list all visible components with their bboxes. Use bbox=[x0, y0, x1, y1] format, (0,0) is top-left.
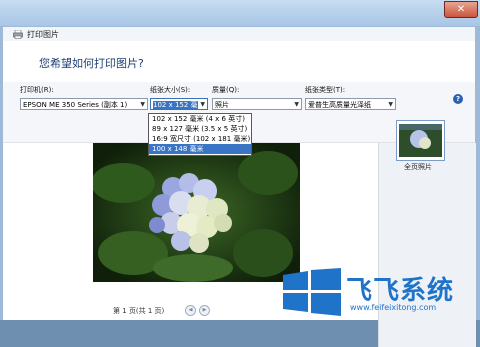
printer-icon bbox=[13, 30, 23, 39]
hydrangea-photo bbox=[93, 143, 300, 282]
printer-label: 打印机(R): bbox=[20, 86, 54, 94]
paper-type-value: 爱普生高质量光泽纸 bbox=[308, 101, 371, 109]
photo-preview bbox=[93, 143, 300, 282]
paper-size-select[interactable]: 102 x 152 毫 ▼ bbox=[150, 98, 208, 110]
chevron-down-icon: ▼ bbox=[388, 101, 393, 108]
paper-size-option[interactable]: 89 x 127 毫米 (3.5 x 5 英寸) bbox=[149, 124, 251, 134]
layout-label: 全页照片 bbox=[404, 163, 432, 171]
window-frame: ✕ 打印图片 您希望如何打印图片? 打印机(R): EPSON ME 350 S… bbox=[0, 0, 480, 347]
paper-size-option-selected[interactable]: 100 x 148 毫米 bbox=[149, 144, 251, 154]
layout-panel bbox=[378, 143, 476, 347]
quality-label: 质量(Q): bbox=[212, 86, 240, 94]
chevron-down-icon: ▼ bbox=[140, 101, 145, 108]
dialog-title-bar: 打印图片 bbox=[3, 27, 475, 41]
dialog-title: 打印图片 bbox=[27, 30, 59, 39]
paper-size-option[interactable]: 102 x 152 毫米 (4 x 6 英寸) bbox=[149, 114, 251, 124]
chevron-down-icon: ▼ bbox=[200, 101, 205, 108]
printer-select[interactable]: EPSON ME 350 Series (副本 1) ▼ bbox=[20, 98, 148, 110]
paper-type-select[interactable]: 爱普生高质量光泽纸 ▼ bbox=[305, 98, 396, 110]
layout-thumbnail-full-page[interactable] bbox=[396, 120, 445, 161]
paper-size-label: 纸张大小(S): bbox=[150, 86, 191, 94]
printer-value: EPSON ME 350 Series (副本 1) bbox=[23, 101, 128, 109]
paper-size-value: 102 x 152 毫 bbox=[153, 101, 198, 109]
paper-type-label: 纸张类型(T): bbox=[305, 86, 346, 94]
paper-size-option[interactable]: 16:9 宽尺寸 (102 x 181 毫米) bbox=[149, 134, 251, 144]
quality-value: 照片 bbox=[215, 101, 229, 109]
layout-preview-image bbox=[399, 124, 442, 157]
window-titlebar bbox=[0, 0, 480, 26]
question-icon[interactable]: ? bbox=[453, 94, 463, 104]
chevron-right-icon[interactable]: ▶ bbox=[199, 305, 210, 316]
watermark-url: www.feifeixitong.com bbox=[350, 303, 437, 312]
page-counter: 第 1 页(共 1 页) bbox=[113, 307, 165, 315]
chevron-left-icon[interactable]: ◀ bbox=[185, 305, 196, 316]
quality-select[interactable]: 照片 ▼ bbox=[212, 98, 302, 110]
watermark-logo-text: 飞飞系统 bbox=[346, 276, 455, 306]
chevron-down-icon: ▼ bbox=[294, 101, 299, 108]
windows-logo-icon bbox=[283, 268, 341, 316]
page-title: 您希望如何打印图片? bbox=[39, 57, 144, 70]
paper-size-dropdown-list: 102 x 152 毫米 (4 x 6 英寸) 89 x 127 毫米 (3.5… bbox=[148, 113, 252, 156]
close-button[interactable]: ✕ bbox=[444, 1, 478, 18]
